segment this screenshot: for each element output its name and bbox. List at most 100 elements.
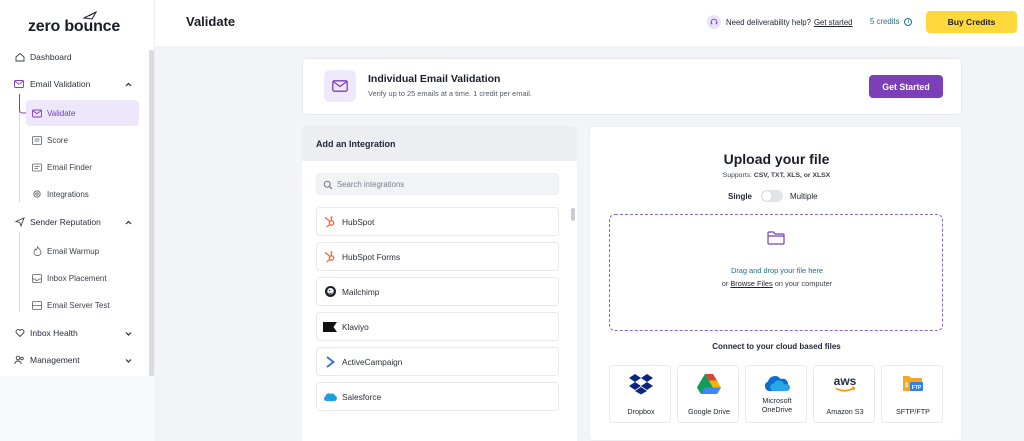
sidebar-scrollbar[interactable] <box>149 50 154 376</box>
on-computer-text: on your computer <box>772 279 833 288</box>
inbox-icon <box>32 273 42 283</box>
upload-title: Upload your file <box>723 151 830 167</box>
cloud-onedrive-button[interactable]: Microsoft OneDrive <box>745 365 807 423</box>
cloud-dropbox-button[interactable]: Dropbox <box>609 365 671 423</box>
sidebar-item-label: Management <box>30 355 80 365</box>
sidebar-item-label: Validate <box>47 108 76 118</box>
credits-count: 5 credits <box>870 17 900 26</box>
sidebar-item-integrations[interactable]: Integrations <box>26 181 139 207</box>
get-started-link[interactable]: Get started <box>814 18 853 27</box>
chevron-up-icon[interactable] <box>124 218 133 227</box>
cloud-google-drive-button[interactable]: Google Drive <box>677 365 739 423</box>
cloud-sftp-button[interactable]: FTP $ SFTP/FTP <box>881 365 943 423</box>
integration-label: HubSpot Forms <box>342 251 401 262</box>
integrations-scrollbar[interactable] <box>571 208 575 221</box>
send-icon <box>14 217 25 228</box>
info-icon[interactable]: i <box>904 17 913 26</box>
integration-label: HubSpot <box>342 216 375 227</box>
salesforce-icon <box>323 390 337 404</box>
sidebar-item-dashboard[interactable]: Dashboard <box>0 46 148 68</box>
cloud-label-line2: OneDrive <box>761 405 793 414</box>
toggle-multiple-label: Multiple <box>790 191 818 201</box>
logo-envelope-icon <box>82 10 98 20</box>
integration-label: Klaviyo <box>342 321 369 332</box>
sidebar-item-validate[interactable]: Validate <box>26 100 139 126</box>
integration-item-mailchimp[interactable]: Mailchimp <box>316 277 559 306</box>
sidebar-item-inbox-placement[interactable]: Inbox Placement <box>26 265 139 291</box>
cloud-files-title: Connect to your cloud based files <box>712 342 841 351</box>
sidebar-item-sender-reputation[interactable]: Sender Reputation <box>0 211 148 233</box>
svg-text:FTP: FTP <box>912 385 922 391</box>
activecampaign-icon <box>323 355 337 369</box>
buy-credits-button[interactable]: Buy Credits <box>926 11 1017 33</box>
cloud-label: SFTP/FTP <box>896 407 930 416</box>
sidebar-item-email-validation[interactable]: Email Validation <box>0 73 148 95</box>
score-icon <box>32 135 42 145</box>
upload-panel: Upload your file Supports: CSV, TXT, XLS… <box>589 126 962 441</box>
google-drive-icon <box>695 372 723 396</box>
integrations-title: Add an Integration <box>316 139 396 149</box>
dropbox-icon <box>627 372 655 396</box>
sidebar-item-management[interactable]: Management <box>0 349 148 371</box>
envelope-icon <box>324 70 356 102</box>
sidebar-item-inbox-health[interactable]: Inbox Health <box>0 322 148 344</box>
single-multiple-toggle: Single Multiple <box>728 189 838 203</box>
aws-icon: aws <box>831 372 859 396</box>
page-title: Validate <box>186 14 236 29</box>
chevron-down-icon[interactable] <box>124 356 133 365</box>
people-icon <box>14 355 25 366</box>
sftp-icon: FTP $ <box>899 372 927 396</box>
sidebar-item-email-server-test[interactable]: Email Server Test <box>26 292 139 318</box>
sidebar-item-label: Score <box>47 135 68 145</box>
integration-item-activecampaign[interactable]: ActiveCampaign <box>316 347 559 376</box>
cloud-label: Amazon S3 <box>826 407 864 416</box>
zerobounce-logo[interactable]: zero bounce <box>28 10 128 38</box>
hubspot-icon <box>323 215 337 229</box>
sidebar-item-score[interactable]: Score <box>26 127 139 153</box>
integrations-panel: Add an Integration Search integrations H… <box>302 126 577 441</box>
individual-subtitle: Verify up to 25 emails at a time. 1 cred… <box>368 89 532 98</box>
chevron-down-icon[interactable] <box>124 329 133 338</box>
flame-icon <box>32 246 42 256</box>
chevron-up-icon[interactable] <box>124 80 133 89</box>
folder-icon <box>767 231 785 245</box>
svg-text:aws: aws <box>834 374 857 388</box>
sidebar-item-label: Integrations <box>47 189 89 199</box>
integration-label: ActiveCampaign <box>342 356 403 367</box>
get-started-button[interactable]: Get Started <box>869 75 943 98</box>
integration-item-klaviyo[interactable]: Klaviyo <box>316 312 559 341</box>
individual-validation-card: Individual Email Validation Verify up to… <box>302 58 962 115</box>
toggle-single-label: Single <box>728 191 753 201</box>
search-integrations-input[interactable]: Search integrations <box>316 173 559 195</box>
browse-files-link[interactable]: Browse Files <box>730 279 772 288</box>
help-text: Need deliverability help? <box>726 17 811 27</box>
sidebar-item-label: Dashboard <box>30 52 72 62</box>
file-drop-zone[interactable]: Drag and drop your file here or Browse F… <box>609 214 943 331</box>
integration-item-salesforce[interactable]: Salesforce <box>316 382 559 411</box>
cloud-amazon-s3-button[interactable]: aws Amazon S3 <box>813 365 875 423</box>
toggle-knob <box>762 191 772 201</box>
integration-item-hubspot-forms[interactable]: HubSpot Forms <box>316 242 559 271</box>
supports-types: CSV, TXT, XLS, or XLSX <box>753 172 831 179</box>
credits-balance: 5 credits i <box>870 17 913 26</box>
hubspot-icon <box>323 250 337 264</box>
integrations-header: Add an Integration <box>302 126 577 161</box>
sidebar-item-email-finder[interactable]: Email Finder <box>26 154 139 180</box>
headset-icon <box>707 15 721 29</box>
logo-text: zero bounce <box>28 18 121 35</box>
klaviyo-icon <box>323 320 337 334</box>
sidebar-item-label: Email Finder <box>47 162 92 172</box>
finder-icon <box>32 162 42 172</box>
supports-prefix: Supports: <box>722 172 754 179</box>
sidebar-item-email-warmup[interactable]: Email Warmup <box>26 238 139 264</box>
search-icon <box>323 180 333 190</box>
search-placeholder: Search integrations <box>337 180 405 189</box>
onedrive-icon <box>763 372 791 396</box>
mode-toggle-switch[interactable] <box>761 190 783 202</box>
tree-line <box>19 232 20 312</box>
mail-icon <box>32 108 42 118</box>
drag-drop-text: Drag and drop your file here <box>730 266 824 275</box>
cloud-label: Dropbox <box>627 407 655 416</box>
integration-item-hubspot[interactable]: HubSpot <box>316 207 559 236</box>
mail-check-icon <box>14 79 25 90</box>
